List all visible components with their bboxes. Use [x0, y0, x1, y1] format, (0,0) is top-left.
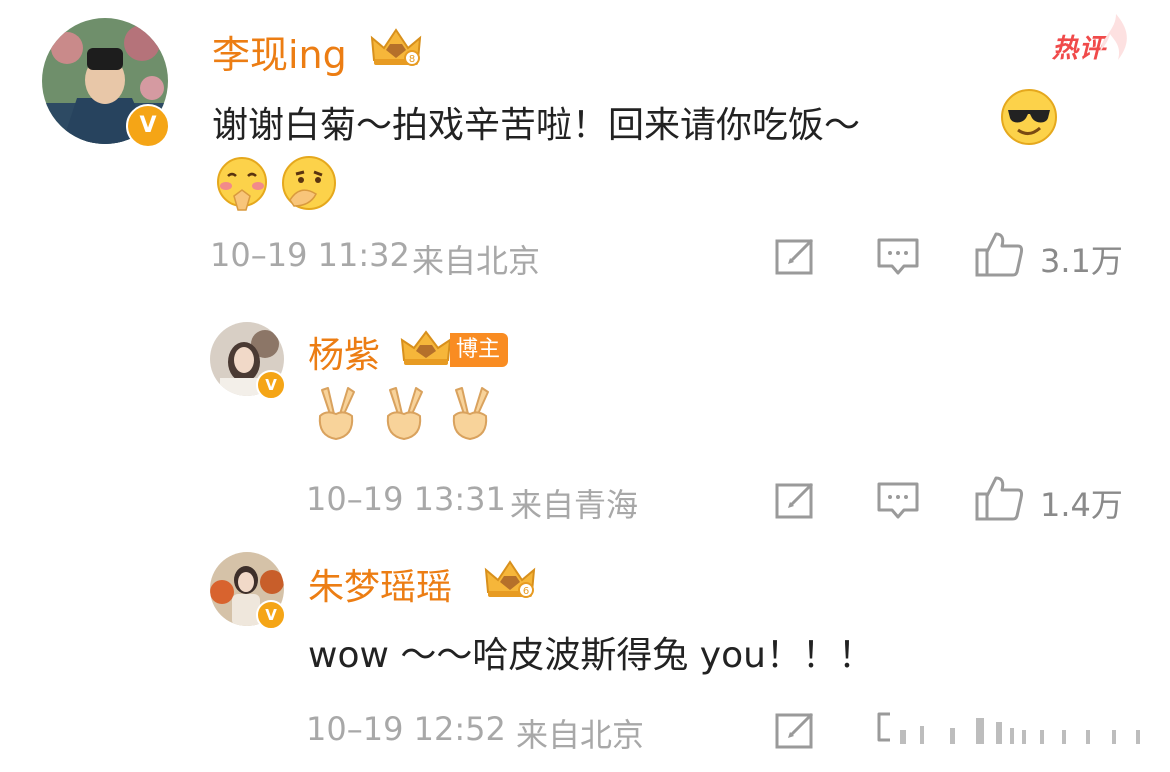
comment-text: 谢谢白菊～拍戏辛苦啦！回来请你吃饭～: [212, 105, 861, 146]
comment-1: V 李现ing 8 热评 谢谢白菊～拍戏辛苦啦！回来请你吃饭～ 10–19 11…: [0, 0, 1170, 300]
edit-icon[interactable]: [774, 710, 818, 750]
timestamp: 10–19 12:52: [306, 710, 506, 748]
blogger-tag: 博主: [450, 333, 509, 367]
location: 来自北京: [412, 242, 541, 280]
crown-badge-icon: 8: [368, 26, 424, 68]
comment-3: V 朱梦瑶瑶 6 wow ～～哈皮波斯得兔 you！！！ 10–19 12:52…: [0, 540, 1170, 772]
victory-hand-emoji: [380, 384, 428, 442]
comment-text: wow ～～哈皮波斯得兔 you！！！: [308, 635, 874, 676]
verified-badge-icon: V: [256, 370, 286, 400]
username[interactable]: 李现ing: [212, 24, 347, 79]
username[interactable]: 杨紫: [308, 326, 380, 378]
location: 来自青海: [510, 486, 639, 524]
svg-text:8: 8: [409, 54, 415, 65]
thinking-emoji: [280, 154, 338, 212]
comment-icon[interactable]: [876, 236, 920, 276]
verified-badge-icon: V: [126, 104, 170, 148]
comment-2: V 杨紫 博主 10–19 13:31 来自青海 1.4万: [0, 300, 1170, 540]
crown-badge-icon: [398, 328, 454, 368]
victory-hand-emoji: [446, 384, 494, 442]
timestamp: 10–19 11:32: [210, 236, 410, 274]
sunglasses-emoji: [1000, 88, 1058, 146]
svg-text:6: 6: [523, 586, 529, 597]
like-count: 3.1万: [1040, 242, 1123, 280]
thumbs-up-icon[interactable]: [974, 474, 1024, 522]
timestamp: 10–19 13:31: [306, 480, 506, 518]
comment-icon[interactable]: [876, 480, 920, 520]
edit-icon[interactable]: [774, 480, 818, 520]
victory-hand-emoji: [312, 384, 360, 442]
username[interactable]: 朱梦瑶瑶: [308, 558, 452, 610]
thumbs-up-icon[interactable]: [974, 230, 1024, 278]
watermark-overlay: [890, 708, 1170, 758]
like-count: 1.4万: [1040, 486, 1123, 524]
crown-badge-icon: 6: [482, 558, 538, 600]
hot-flame-icon: [1098, 12, 1132, 62]
edit-icon[interactable]: [774, 236, 818, 276]
location: 来自北京: [516, 716, 645, 754]
verified-badge-icon: V: [256, 600, 286, 630]
blush-pray-emoji: [214, 156, 270, 212]
